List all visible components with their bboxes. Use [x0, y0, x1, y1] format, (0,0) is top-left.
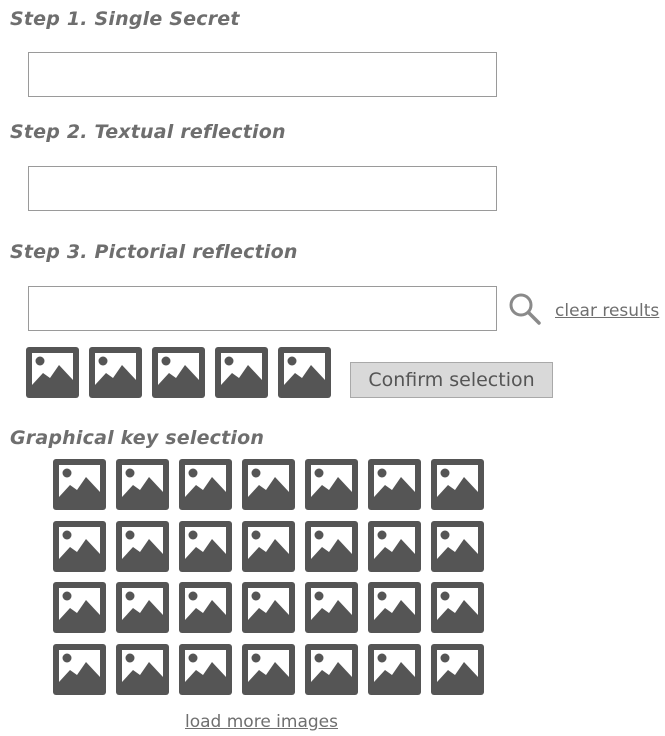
load-more-images-link[interactable]: load more images: [185, 712, 338, 732]
key-image[interactable]: [242, 582, 295, 633]
image-placeholder-icon: [116, 582, 169, 633]
image-placeholder-icon: [89, 347, 142, 398]
image-placeholder-icon: [53, 520, 106, 572]
key-image[interactable]: [305, 459, 358, 510]
clear-results-link[interactable]: clear results: [555, 301, 659, 321]
image-placeholder-icon: [305, 520, 358, 572]
key-image[interactable]: [53, 520, 106, 572]
key-image[interactable]: [116, 582, 169, 633]
search-icon[interactable]: [508, 292, 542, 326]
image-placeholder-icon: [179, 520, 232, 572]
key-image[interactable]: [179, 459, 232, 510]
image-placeholder-icon: [242, 582, 295, 633]
step-3-heading: Step 3. Pictorial reflection: [10, 241, 298, 263]
image-placeholder-icon: [53, 582, 106, 633]
key-image[interactable]: [116, 520, 169, 572]
image-placeholder-icon: [431, 459, 484, 510]
image-placeholder-icon: [179, 582, 232, 633]
key-image[interactable]: [368, 643, 421, 695]
key-image[interactable]: [305, 520, 358, 572]
selected-image[interactable]: [26, 347, 79, 398]
image-placeholder-icon: [278, 347, 331, 398]
image-placeholder-icon: [179, 459, 232, 510]
image-placeholder-icon: [116, 459, 169, 510]
key-image[interactable]: [53, 459, 106, 510]
image-placeholder-icon: [305, 459, 358, 510]
key-image[interactable]: [242, 459, 295, 510]
key-image[interactable]: [305, 643, 358, 695]
image-placeholder-icon: [242, 459, 295, 510]
image-placeholder-icon: [53, 459, 106, 510]
image-placeholder-icon: [368, 459, 421, 510]
image-placeholder-icon: [305, 582, 358, 633]
image-placeholder-icon: [53, 643, 106, 695]
image-placeholder-icon: [116, 520, 169, 572]
image-placeholder-icon: [431, 582, 484, 633]
key-image[interactable]: [431, 643, 484, 695]
key-image[interactable]: [116, 459, 169, 510]
image-placeholder-icon: [368, 582, 421, 633]
key-image[interactable]: [179, 643, 232, 695]
key-image[interactable]: [242, 643, 295, 695]
image-placeholder-icon: [305, 643, 358, 695]
step-1-heading: Step 1. Single Secret: [10, 8, 240, 30]
key-image[interactable]: [53, 582, 106, 633]
image-placeholder-icon: [179, 643, 232, 695]
single-secret-input[interactable]: [28, 52, 497, 97]
step-2-heading: Step 2. Textual reflection: [10, 121, 286, 143]
key-image[interactable]: [368, 520, 421, 572]
image-placeholder-icon: [215, 347, 268, 398]
key-image[interactable]: [179, 520, 232, 572]
confirm-selection-button[interactable]: Confirm selection: [350, 362, 553, 398]
image-placeholder-icon: [431, 643, 484, 695]
key-image[interactable]: [305, 582, 358, 633]
key-image[interactable]: [53, 643, 106, 695]
key-image[interactable]: [179, 582, 232, 633]
image-placeholder-icon: [431, 520, 484, 572]
key-image[interactable]: [431, 582, 484, 633]
selected-image[interactable]: [215, 347, 268, 398]
key-image[interactable]: [368, 459, 421, 510]
image-placeholder-icon: [368, 520, 421, 572]
key-image[interactable]: [431, 520, 484, 572]
pictorial-search-input[interactable]: [28, 286, 497, 331]
key-image[interactable]: [242, 520, 295, 572]
key-image[interactable]: [431, 459, 484, 510]
image-placeholder-icon: [152, 347, 205, 398]
image-placeholder-icon: [116, 643, 169, 695]
graphical-key-heading: Graphical key selection: [10, 427, 265, 449]
textual-reflection-input[interactable]: [28, 166, 497, 211]
image-placeholder-icon: [242, 520, 295, 572]
image-placeholder-icon: [368, 643, 421, 695]
key-image[interactable]: [368, 582, 421, 633]
selected-image[interactable]: [152, 347, 205, 398]
image-placeholder-icon: [242, 643, 295, 695]
image-placeholder-icon: [26, 347, 79, 398]
selected-image[interactable]: [278, 347, 331, 398]
key-image[interactable]: [116, 643, 169, 695]
selected-image[interactable]: [89, 347, 142, 398]
